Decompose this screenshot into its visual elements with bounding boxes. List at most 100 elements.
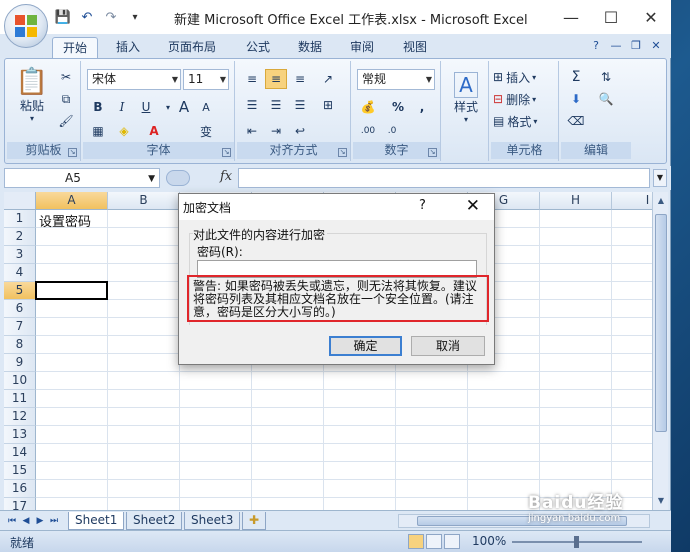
column-header[interactable]: B [108,192,180,210]
row-header[interactable]: 15 [4,462,36,480]
sheet-tab-3[interactable]: Sheet3 [184,512,241,530]
fill-color-icon[interactable]: ◈ [113,121,135,141]
insert-function-button[interactable]: fx [220,169,232,184]
close-window-button[interactable]: ✕ [631,0,671,34]
next-sheet-icon[interactable]: ▶ [34,514,46,528]
scroll-up-icon[interactable]: ▲ [654,194,668,208]
decrease-decimal-button[interactable]: .0 [381,121,403,141]
number-launcher-icon[interactable]: ↘ [428,148,437,157]
active-cell-outline[interactable] [35,281,108,300]
clipboard-launcher-icon[interactable]: ↘ [68,148,77,157]
scroll-down-icon[interactable]: ▼ [654,494,668,508]
vertical-scroll-thumb[interactable] [655,214,667,432]
paste-button[interactable]: 📋 粘贴 ▾ [11,65,53,125]
office-button[interactable] [4,4,48,48]
column-header[interactable]: A [36,192,108,210]
merge-center-icon[interactable]: ⊞ [317,95,339,115]
fill-icon[interactable]: ⬇ [565,89,587,109]
cancel-button[interactable]: 取消 [411,336,485,356]
tab-data[interactable]: 数据 [288,37,332,58]
tab-formulas[interactable]: 公式 [236,37,280,58]
qat-customize-icon[interactable]: ▾ [126,8,144,26]
row-header[interactable]: 9 [4,354,36,372]
font-color-button[interactable]: A [143,121,165,141]
undo-icon[interactable]: ↶ [78,8,96,26]
tab-review[interactable]: 审阅 [340,37,384,58]
sheet-tab-2[interactable]: Sheet2 [126,512,183,530]
align-center-icon[interactable]: ☰ [265,95,287,115]
redo-icon[interactable]: ↷ [102,8,120,26]
zoom-slider-thumb[interactable] [574,536,579,548]
increase-indent-icon[interactable]: ⇥ [265,121,287,141]
align-right-icon[interactable]: ☰ [289,95,311,115]
autosum-icon[interactable]: Σ [565,67,587,87]
delete-cells-button[interactable]: ⊟ 删除 ▾ [493,89,555,109]
bold-button[interactable]: B [87,97,109,117]
ribbon-close-icon[interactable]: ✕ [649,38,663,52]
first-sheet-icon[interactable]: ⏮ [6,514,18,528]
align-bottom-icon[interactable]: ≡ [289,69,311,89]
row-header[interactable]: 17 [4,498,36,510]
copy-icon[interactable]: ⧉ [55,89,77,109]
font-name-combo[interactable]: 宋体 ▼ [87,69,181,90]
row-header[interactable]: 1 [4,210,36,228]
row-header[interactable]: 3 [4,246,36,264]
phonetic-button[interactable]: 变 [195,121,217,141]
select-all-corner[interactable] [4,192,36,210]
column-header[interactable]: H [540,192,612,210]
name-box-dropdown-icon[interactable]: ▼ [148,170,155,188]
help-icon[interactable]: ? [589,38,603,52]
row-header[interactable]: 12 [4,408,36,426]
tab-page-layout[interactable]: 页面布局 [158,37,226,58]
comma-button[interactable]: , [411,97,433,117]
align-left-icon[interactable]: ☰ [241,95,263,115]
cut-icon[interactable]: ✂ [55,67,77,87]
dialog-help-icon[interactable]: ? [419,198,426,213]
alignment-launcher-icon[interactable]: ↘ [338,148,347,157]
format-cells-button[interactable]: ▤ 格式 ▾ [493,111,555,131]
font-size-combo[interactable]: 11 ▼ [183,69,229,90]
ribbon-minimize-icon[interactable]: — [609,38,623,52]
row-header[interactable]: 14 [4,444,36,462]
zoom-level[interactable]: 100% [472,534,506,548]
name-box[interactable]: A5 ▼ [4,168,160,188]
increase-decimal-button[interactable]: .00 [357,121,379,141]
accounting-format-icon[interactable]: 💰 [357,97,379,117]
shrink-font-button[interactable]: A [195,97,217,117]
cell-a1[interactable]: 设置密码 [39,211,91,230]
number-format-combo[interactable]: 常规 ▼ [357,69,435,90]
minimize-button[interactable]: — [551,0,591,34]
align-middle-icon[interactable]: ≡ [265,69,287,89]
insert-sheet-icon[interactable]: ✚ [242,512,267,530]
prev-sheet-icon[interactable]: ◀ [20,514,32,528]
font-launcher-icon[interactable]: ↘ [222,148,231,157]
clear-icon[interactable]: ⌫ [565,111,587,131]
formula-bar-splitter[interactable] [166,170,190,186]
normal-view-icon[interactable] [408,534,424,549]
grow-font-button[interactable]: A [173,97,195,117]
sort-filter-icon[interactable]: ⇅ [595,67,617,87]
column-header[interactable]: I [612,192,652,210]
row-header[interactable]: 5 [4,282,36,300]
italic-button[interactable]: I [111,97,133,117]
sheet-tab-1[interactable]: Sheet1 [68,512,125,530]
format-painter-icon[interactable]: 🖌 [55,111,77,131]
row-header[interactable]: 10 [4,372,36,390]
row-header[interactable]: 8 [4,336,36,354]
row-header[interactable]: 4 [4,264,36,282]
ribbon-restore-icon[interactable]: ❐ [629,38,643,52]
save-icon[interactable]: 💾 [54,8,72,26]
row-header[interactable]: 7 [4,318,36,336]
row-header[interactable]: 16 [4,480,36,498]
text-orientation-icon[interactable]: ↗ [317,69,339,89]
maximize-button[interactable]: ☐ [591,0,631,34]
row-header[interactable]: 2 [4,228,36,246]
vertical-scrollbar[interactable]: ▲ ▼ [652,192,668,510]
dialog-close-icon[interactable]: ✕ [466,196,480,216]
percent-button[interactable]: % [387,97,409,117]
wrap-text-icon[interactable]: ↩ [289,121,311,141]
tab-view[interactable]: 视图 [393,37,437,58]
formula-input[interactable] [238,168,650,188]
page-break-view-icon[interactable] [444,534,460,549]
tab-insert[interactable]: 插入 [106,37,150,58]
